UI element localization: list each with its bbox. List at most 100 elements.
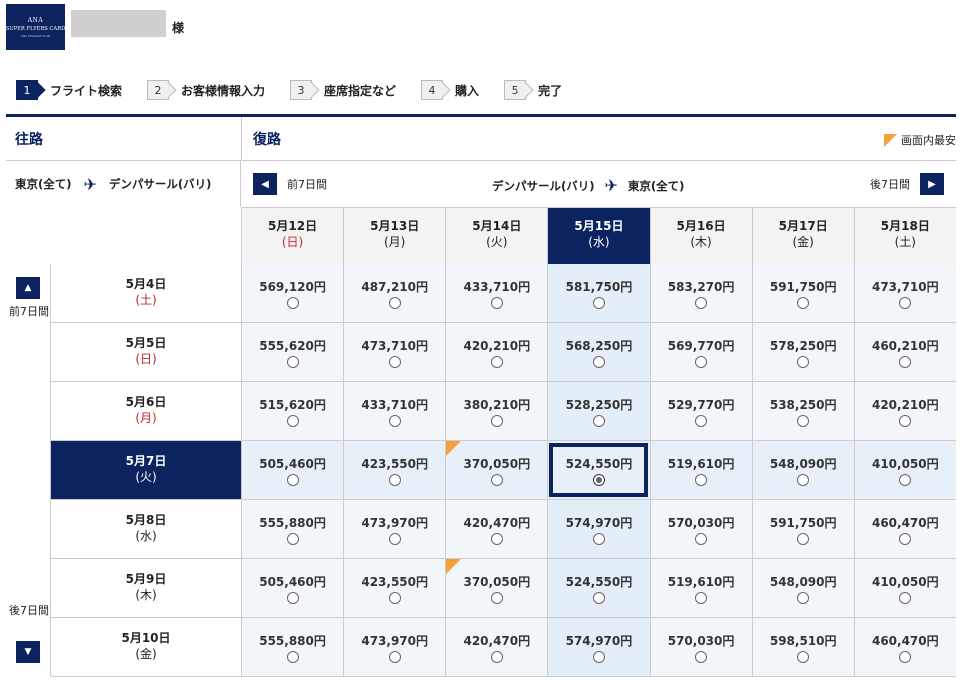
fare-cell[interactable]: 581,750円 — [547, 264, 650, 322]
fare-radio-button[interactable] — [592, 592, 605, 604]
fare-cell[interactable]: 568,250円 — [547, 323, 650, 381]
fare-radio-button[interactable] — [797, 356, 810, 368]
fare-radio-button[interactable] — [286, 474, 299, 486]
fare-radio-button[interactable] — [286, 297, 299, 309]
fare-radio-button[interactable] — [797, 592, 810, 604]
fare-radio-button[interactable] — [695, 297, 708, 309]
fare-cell[interactable]: 583,270円 — [649, 264, 752, 322]
fare-cell[interactable]: 570,030円 — [649, 500, 752, 558]
fare-cell[interactable]: 519,610円 — [649, 441, 752, 499]
fare-cell[interactable]: 433,710円 — [343, 382, 446, 440]
fare-cell[interactable]: 410,050円 — [853, 441, 956, 499]
fare-radio-button[interactable] — [797, 533, 810, 545]
fare-cell[interactable]: 370,050円 — [445, 559, 548, 617]
fare-radio-button[interactable] — [695, 533, 708, 545]
fare-radio-button[interactable] — [388, 533, 401, 545]
fare-cell[interactable]: 529,770円 — [649, 382, 752, 440]
fare-radio-button[interactable] — [490, 415, 503, 427]
fare-radio-button[interactable] — [592, 651, 605, 663]
fare-cell[interactable]: 548,090円 — [751, 441, 854, 499]
fare-cell[interactable]: 460,470円 — [853, 618, 956, 676]
return-prev-week-button[interactable]: ◀ — [253, 173, 277, 195]
fare-cell[interactable]: 473,710円 — [343, 323, 446, 381]
fare-cell[interactable]: 420,210円 — [445, 323, 548, 381]
fare-radio-button[interactable] — [388, 651, 401, 663]
outbound-prev-week-button[interactable]: ▲ — [16, 277, 40, 299]
fare-cell[interactable]: 574,970円 — [547, 618, 650, 676]
fare-radio-button[interactable] — [388, 297, 401, 309]
fare-radio-button[interactable] — [286, 592, 299, 604]
fare-cell[interactable]: 548,090円 — [751, 559, 854, 617]
fare-cell[interactable]: 487,210円 — [343, 264, 446, 322]
fare-radio-button[interactable] — [592, 533, 605, 545]
fare-radio-button[interactable] — [490, 297, 503, 309]
fare-radio-button[interactable] — [592, 356, 605, 368]
fare-radio-button[interactable] — [388, 356, 401, 368]
fare-radio-button[interactable] — [899, 592, 912, 604]
fare-cell[interactable]: 555,880円 — [241, 500, 344, 558]
fare-cell[interactable]: 505,460円 — [241, 559, 344, 617]
fare-radio-button[interactable] — [286, 356, 299, 368]
fare-cell[interactable]: 370,050円 — [445, 441, 548, 499]
fare-radio-button[interactable] — [286, 533, 299, 545]
fare-radio-button[interactable] — [899, 356, 912, 368]
fare-cell[interactable]: 410,050円 — [853, 559, 956, 617]
fare-radio-button[interactable] — [592, 415, 605, 427]
fare-radio-button[interactable] — [592, 474, 605, 486]
fare-cell[interactable]: 569,120円 — [241, 264, 344, 322]
fare-radio-button[interactable] — [899, 474, 912, 486]
fare-radio-button[interactable] — [490, 474, 503, 486]
fare-radio-button[interactable] — [797, 474, 810, 486]
fare-radio-button[interactable] — [695, 474, 708, 486]
fare-radio-button[interactable] — [899, 533, 912, 545]
fare-radio-button[interactable] — [286, 651, 299, 663]
fare-radio-button[interactable] — [797, 415, 810, 427]
fare-cell[interactable]: 555,620円 — [241, 323, 344, 381]
fare-radio-button[interactable] — [899, 297, 912, 309]
fare-radio-button[interactable] — [388, 415, 401, 427]
fare-radio-button[interactable] — [490, 592, 503, 604]
fare-cell[interactable]: 598,510円 — [751, 618, 854, 676]
fare-cell[interactable]: 433,710円 — [445, 264, 548, 322]
fare-radio-button[interactable] — [695, 415, 708, 427]
fare-cell[interactable]: 570,030円 — [649, 618, 752, 676]
fare-radio-button[interactable] — [490, 533, 503, 545]
fare-cell[interactable]: 460,470円 — [853, 500, 956, 558]
fare-radio-button[interactable] — [695, 592, 708, 604]
fare-cell[interactable]: 574,970円 — [547, 500, 650, 558]
fare-cell[interactable]: 515,620円 — [241, 382, 344, 440]
fare-radio-button[interactable] — [490, 651, 503, 663]
fare-cell[interactable]: 538,250円 — [751, 382, 854, 440]
fare-cell[interactable]: 420,470円 — [445, 500, 548, 558]
fare-cell[interactable]: 473,970円 — [343, 618, 446, 676]
fare-radio-button[interactable] — [695, 356, 708, 368]
fare-cell[interactable]: 524,550円 — [547, 559, 650, 617]
fare-radio-button[interactable] — [899, 651, 912, 663]
fare-cell[interactable]: 380,210円 — [445, 382, 548, 440]
fare-radio-button[interactable] — [899, 415, 912, 427]
fare-cell[interactable]: 460,210円 — [853, 323, 956, 381]
fare-cell[interactable]: 569,770円 — [649, 323, 752, 381]
outbound-next-week-button[interactable]: ▼ — [16, 641, 40, 663]
fare-radio-button[interactable] — [286, 415, 299, 427]
fare-cell[interactable]: 420,470円 — [445, 618, 548, 676]
fare-cell[interactable]: 423,550円 — [343, 559, 446, 617]
fare-cell[interactable]: 591,750円 — [751, 264, 854, 322]
fare-radio-button[interactable] — [797, 651, 810, 663]
fare-cell[interactable]: 591,750円 — [751, 500, 854, 558]
fare-cell[interactable]: 473,710円 — [853, 264, 956, 322]
fare-radio-button[interactable] — [388, 592, 401, 604]
fare-cell[interactable]: 528,250円 — [547, 382, 650, 440]
fare-radio-button[interactable] — [592, 297, 605, 309]
fare-cell[interactable]: 578,250円 — [751, 323, 854, 381]
fare-cell[interactable]: 555,880円 — [241, 618, 344, 676]
return-next-week-button[interactable]: ▶ — [920, 173, 944, 195]
fare-cell[interactable]: 420,210円 — [853, 382, 956, 440]
fare-radio-button[interactable] — [490, 356, 503, 368]
fare-cell[interactable]: 519,610円 — [649, 559, 752, 617]
fare-cell[interactable]: 505,460円 — [241, 441, 344, 499]
fare-cell[interactable]: 473,970円 — [343, 500, 446, 558]
fare-cell[interactable]: 423,550円 — [343, 441, 446, 499]
fare-radio-button[interactable] — [695, 651, 708, 663]
fare-radio-button[interactable] — [797, 297, 810, 309]
